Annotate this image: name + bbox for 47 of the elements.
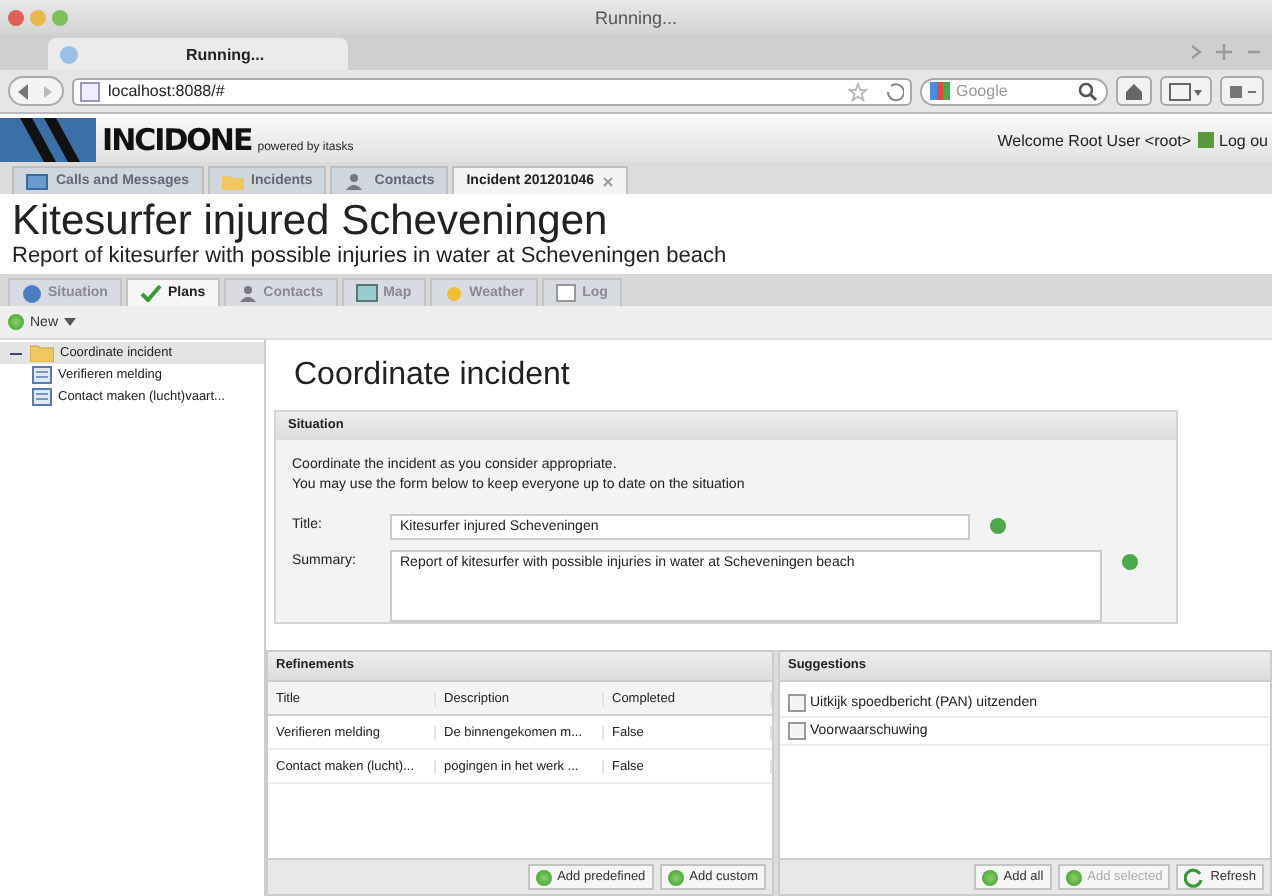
logout-icon[interactable] xyxy=(1197,132,1214,148)
search-engine-icon xyxy=(930,82,950,100)
person-icon xyxy=(344,172,367,190)
list-icon xyxy=(556,284,577,302)
incident-title: Kitesurfer injured Scheveningen xyxy=(12,198,610,244)
checkbox[interactable] xyxy=(788,722,806,740)
message-icon xyxy=(26,173,48,189)
incident-subtitle: Report of kitesurfer with possible injuries in water at Scheveningen beach xyxy=(12,244,729,270)
globe-icon xyxy=(60,45,78,63)
page-icon xyxy=(80,81,100,101)
tab-title: Running... xyxy=(186,45,265,63)
add-icon xyxy=(981,869,998,885)
home-icon[interactable] xyxy=(1116,76,1152,106)
task-heading: Coordinate incident xyxy=(294,358,572,394)
folder-icon xyxy=(221,173,244,189)
close-icon[interactable] xyxy=(8,9,24,25)
add-icon xyxy=(535,869,552,885)
maximize-icon[interactable] xyxy=(52,9,68,25)
map-icon xyxy=(355,284,378,302)
add-icon xyxy=(1065,869,1082,885)
close-icon[interactable] xyxy=(602,175,615,187)
sun-icon xyxy=(443,283,464,303)
sidebar-icon[interactable] xyxy=(1160,76,1212,106)
refresh-icon xyxy=(1184,867,1205,887)
valid-icon xyxy=(990,518,1006,534)
address-bar[interactable]: localhost:8088/# xyxy=(72,77,912,105)
task-icon xyxy=(32,388,52,406)
add-icon xyxy=(667,869,684,885)
addon-icon[interactable] xyxy=(1220,76,1264,106)
browser-tab[interactable]: Running... xyxy=(48,38,348,70)
back-forward-button[interactable] xyxy=(8,76,64,106)
folder-icon xyxy=(30,344,54,362)
logo-stripes-icon xyxy=(0,118,96,162)
checkmark-icon xyxy=(139,284,162,302)
star-icon[interactable] xyxy=(848,81,904,101)
logout-link[interactable]: Log ou xyxy=(1219,131,1268,149)
checkbox[interactable] xyxy=(788,694,806,712)
search-icon[interactable] xyxy=(1078,81,1098,101)
info-icon xyxy=(22,283,42,303)
caret-icon xyxy=(64,318,77,326)
valid-icon xyxy=(1122,554,1138,570)
logo-text: INCIDONE xyxy=(102,122,252,158)
window-title: Running... xyxy=(594,7,678,27)
add-icon xyxy=(8,314,24,330)
task-icon xyxy=(32,366,52,384)
person-icon xyxy=(237,284,258,302)
welcome-text: Welcome Root User <root> xyxy=(997,131,1192,149)
